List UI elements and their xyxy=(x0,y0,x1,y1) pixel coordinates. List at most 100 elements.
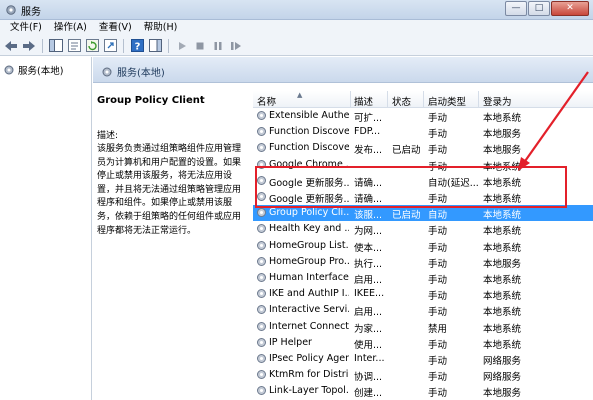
cell-status: 已启动 xyxy=(392,210,421,222)
service-gear-icon xyxy=(257,386,266,396)
menu-file[interactable]: 文件(F) xyxy=(4,20,48,36)
column-divider[interactable] xyxy=(478,91,479,108)
services-gear-icon xyxy=(6,5,16,15)
service-gear-icon xyxy=(257,337,266,347)
close-button[interactable]: ✕ xyxy=(551,1,589,16)
column-divider[interactable] xyxy=(350,91,351,108)
service-gear-icon xyxy=(257,354,266,363)
cell-logon-as: 本地系统 xyxy=(483,242,522,254)
table-row[interactable]: IPsec Policy Agent Inter... 手动 网络服务 xyxy=(253,351,593,367)
services-gear-icon xyxy=(4,65,14,75)
service-gear-icon xyxy=(257,240,266,250)
refresh-icon[interactable] xyxy=(84,38,100,54)
back-arrow-icon[interactable] xyxy=(3,38,19,54)
table-row[interactable]: Link-Layer Topol... 创建... 手动 本地服务 xyxy=(253,383,593,399)
column-header-logon-as[interactable]: 登录为 xyxy=(483,94,512,108)
menu-help[interactable]: 帮助(H) xyxy=(138,20,184,36)
description-line: 置，并且将无法通过组策略管理应用 xyxy=(97,184,242,195)
cell-description: 执行... xyxy=(354,258,383,270)
table-row[interactable]: Function Discove... 发布... 已启动手动 本地服务 xyxy=(253,140,593,156)
column-header-startup-type[interactable]: 启动类型 xyxy=(428,94,466,108)
table-row[interactable]: Extensible Authe... 可扩... 手动 本地系统 xyxy=(253,108,593,124)
cell-description: 使用... xyxy=(354,339,383,351)
annotation-highlight-box xyxy=(255,166,567,208)
table-row[interactable]: KtmRm for Distri... 协调... 手动 网络服务 xyxy=(253,367,593,383)
table-row[interactable]: HomeGroup List... 使本... 手动 本地系统 xyxy=(253,238,593,254)
cell-startup-type: 自动 xyxy=(428,210,448,222)
description-line: 务，依赖于组策略的任何组件或应用 xyxy=(97,211,242,222)
cell-description: 创建... xyxy=(354,388,383,400)
column-divider[interactable] xyxy=(423,91,424,108)
cell-name: HomeGroup List... xyxy=(269,239,349,251)
cell-startup-type: 手动 xyxy=(428,339,448,351)
table-row[interactable]: IP Helper 使用... 手动 本地系统 xyxy=(253,335,593,351)
cell-logon-as: 本地系统 xyxy=(483,323,522,335)
service-gear-icon xyxy=(257,305,266,315)
toolbar-separator xyxy=(123,38,124,53)
table-row[interactable]: Human Interface... 启用... 手动 本地系统 xyxy=(253,270,593,286)
stop-service-icon[interactable] xyxy=(192,38,208,54)
description-line: 停止或禁用该服务，将无法应用设 xyxy=(97,171,233,182)
cell-description: 为家... xyxy=(354,323,383,335)
cell-description: 为网... xyxy=(354,226,383,238)
show-action-pane-icon[interactable] xyxy=(147,38,163,54)
cell-startup-type: 手动 xyxy=(428,226,448,238)
description-label: 描述: xyxy=(97,131,119,141)
table-row[interactable]: Health Key and ... 为网... 手动 本地系统 xyxy=(253,221,593,237)
toolbar-separator xyxy=(42,38,43,53)
selected-service-name: Group Policy Client xyxy=(97,95,205,106)
start-service-icon[interactable] xyxy=(174,38,190,54)
cell-name: IKE and AuthIP I... xyxy=(269,288,349,300)
restart-service-icon[interactable] xyxy=(228,38,244,54)
services-table: ▲ 名称 描述 状态 启动类型 登录为 Extensible Authe... 可… xyxy=(253,91,593,400)
pause-service-icon[interactable] xyxy=(210,38,226,54)
forward-arrow-icon[interactable] xyxy=(21,38,37,54)
cell-description: 启用... xyxy=(354,307,383,319)
menu-bar: 文件(F) 操作(A) 查看(V) 帮助(H) xyxy=(0,20,593,36)
cell-startup-type: 手动 xyxy=(428,356,448,367)
tree-item-services-local[interactable]: 服务(本地) xyxy=(3,63,63,77)
services-gear-icon xyxy=(102,67,112,76)
cell-startup-type: 手动 xyxy=(428,145,448,157)
cell-name: Group Policy Cli... xyxy=(269,207,349,219)
cell-description: Inter... xyxy=(354,353,385,364)
cell-startup-type: 手动 xyxy=(428,258,448,270)
column-header-name[interactable]: 名称 xyxy=(257,94,276,108)
service-gear-icon xyxy=(257,370,266,380)
cell-startup-type: 手动 xyxy=(428,275,448,286)
service-gear-icon xyxy=(257,321,266,331)
maximize-button[interactable]: □ xyxy=(528,1,550,16)
minimize-button[interactable]: — xyxy=(505,1,527,16)
cell-logon-as: 网络服务 xyxy=(483,372,522,384)
cell-name: IP Helper xyxy=(269,336,312,348)
help-icon[interactable]: ? xyxy=(129,38,145,54)
show-hide-tree-icon[interactable] xyxy=(48,38,64,54)
table-row[interactable]: Internet Connect... 为家... 禁用 本地系统 xyxy=(253,319,593,335)
table-row[interactable]: Interactive Servi... 启用... 手动 本地系统 xyxy=(253,302,593,318)
cell-name: IPsec Policy Agent xyxy=(269,353,349,364)
cell-name: Function Discove... xyxy=(269,142,349,154)
table-row[interactable]: IKE and AuthIP I... IKEE... 手动 本地系统 xyxy=(253,286,593,302)
cell-description: 该服... xyxy=(354,210,383,222)
export-list-icon[interactable] xyxy=(102,38,118,54)
menu-view[interactable]: 查看(V) xyxy=(93,20,138,36)
properties-icon[interactable] xyxy=(66,38,82,54)
column-header-description[interactable]: 描述 xyxy=(354,94,373,108)
sort-ascending-icon: ▲ xyxy=(297,91,303,99)
column-divider[interactable] xyxy=(387,91,388,108)
menu-action[interactable]: 操作(A) xyxy=(48,20,93,36)
cell-startup-type: 手动 xyxy=(428,307,448,319)
service-gear-icon xyxy=(257,111,266,120)
console-tree: 服务(本地) xyxy=(0,57,92,400)
table-row[interactable]: HomeGroup Pro... 执行... 手动 本地服务 xyxy=(253,254,593,270)
cell-logon-as: 本地系统 xyxy=(483,210,522,222)
table-row[interactable]: Function Discove... FDP... 手动 本地服务 xyxy=(253,124,593,140)
cell-name: Link-Layer Topol... xyxy=(269,385,349,397)
description-text: 该服务负责通过组策略组件应用管理 员为计算机和用户配置的设置。如果 停止或禁用该… xyxy=(97,143,247,238)
cell-startup-type: 手动 xyxy=(428,129,448,141)
description-line: 员为计算机和用户配置的设置。如果 xyxy=(97,157,242,168)
column-header-status[interactable]: 状态 xyxy=(392,94,411,108)
toolbar-separator xyxy=(168,38,169,53)
service-gear-icon xyxy=(257,289,266,299)
cell-description: 使本... xyxy=(354,242,383,254)
